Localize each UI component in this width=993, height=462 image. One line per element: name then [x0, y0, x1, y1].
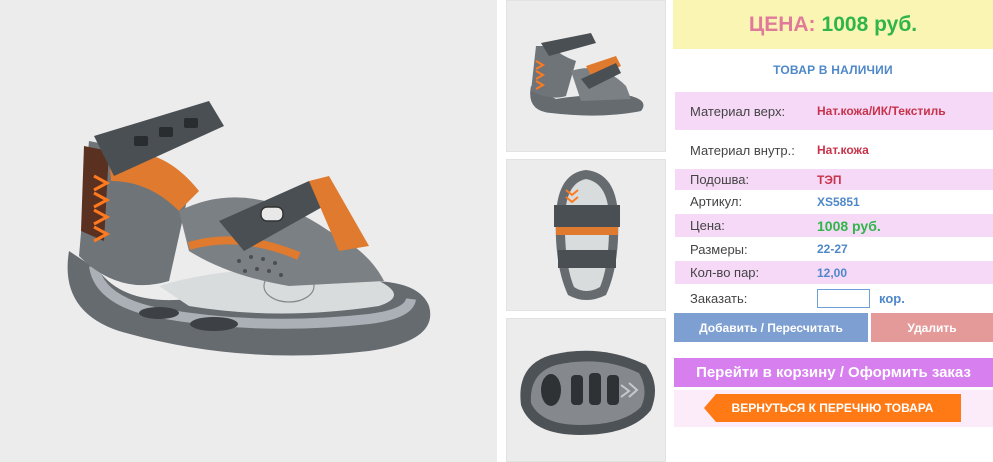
thumbnail-top-view[interactable]: [506, 159, 666, 311]
price-header-separator: :: [808, 12, 816, 36]
spec-row-sole: Подошва: ТЭП: [675, 169, 993, 190]
spec-row-price: Цена: 1008 руб.: [675, 214, 993, 237]
price-header-value: 1008 руб.: [821, 12, 918, 36]
spec-label: Материал верх:: [690, 103, 786, 119]
spec-value: 12,00: [817, 265, 848, 280]
thumbnail-side-view[interactable]: [506, 0, 666, 152]
spec-value: XS5851: [817, 194, 860, 209]
sandal-sole-thumbnail: [520, 350, 655, 435]
stock-status: ТОВАР В НАЛИЧИИ: [773, 63, 893, 77]
spec-value: Нат.кожа: [817, 143, 869, 157]
product-main-image[interactable]: [0, 0, 497, 462]
spec-label: Артикул:: [690, 194, 743, 209]
spec-label: Цена:: [690, 218, 725, 233]
sandal-side-thumbnail: [530, 33, 644, 116]
add-recalculate-button[interactable]: Добавить / Пересчитать: [674, 313, 868, 342]
order-row: Заказать: кор.: [675, 285, 993, 311]
sandal-top-thumbnail: [554, 170, 620, 300]
spec-label: Материал внутр.:: [690, 142, 795, 158]
back-to-list-button[interactable]: ВЕРНУТЬСЯ К ПЕРЕЧНЮ ТОВАРА: [704, 394, 961, 422]
price-header-label: ЦЕНА: [748, 12, 809, 36]
spec-label: Подошва:: [690, 172, 750, 187]
spec-label: Кол-во пар:: [690, 265, 760, 280]
spec-row-sizes: Размеры: 22-27: [675, 238, 993, 260]
spec-value: ТЭП: [817, 172, 842, 187]
spec-value: Нат.кожа/ИК/Текстиль: [817, 104, 946, 118]
spec-label: Размеры:: [690, 241, 748, 257]
order-unit: кор.: [879, 290, 905, 306]
spec-row-article: Артикул: XS5851: [675, 191, 993, 212]
delete-button[interactable]: Удалить: [871, 313, 993, 342]
spec-value: 22-27: [817, 242, 848, 256]
sandal-illustration: [67, 101, 430, 356]
go-to-cart-button[interactable]: Перейти в корзину / Оформить заказ: [674, 358, 993, 387]
order-label: Заказать:: [690, 290, 748, 306]
spec-value: 1008 руб.: [817, 217, 881, 234]
spec-row-material-inner: Материал внутр.: Нат.кожа: [675, 135, 993, 165]
spec-row-material-top: Материал верх: Нат.кожа/ИК/Текстиль: [675, 92, 993, 130]
spec-row-pairs: Кол-во пар: 12,00: [675, 261, 993, 284]
order-quantity-input[interactable]: [817, 288, 870, 308]
thumbnail-sole-view[interactable]: [506, 318, 666, 462]
price-header: ЦЕНА: 1008 руб.: [673, 0, 993, 49]
back-button-container: ВЕРНУТЬСЯ К ПЕРЕЧНЮ ТОВАРА: [674, 390, 993, 427]
